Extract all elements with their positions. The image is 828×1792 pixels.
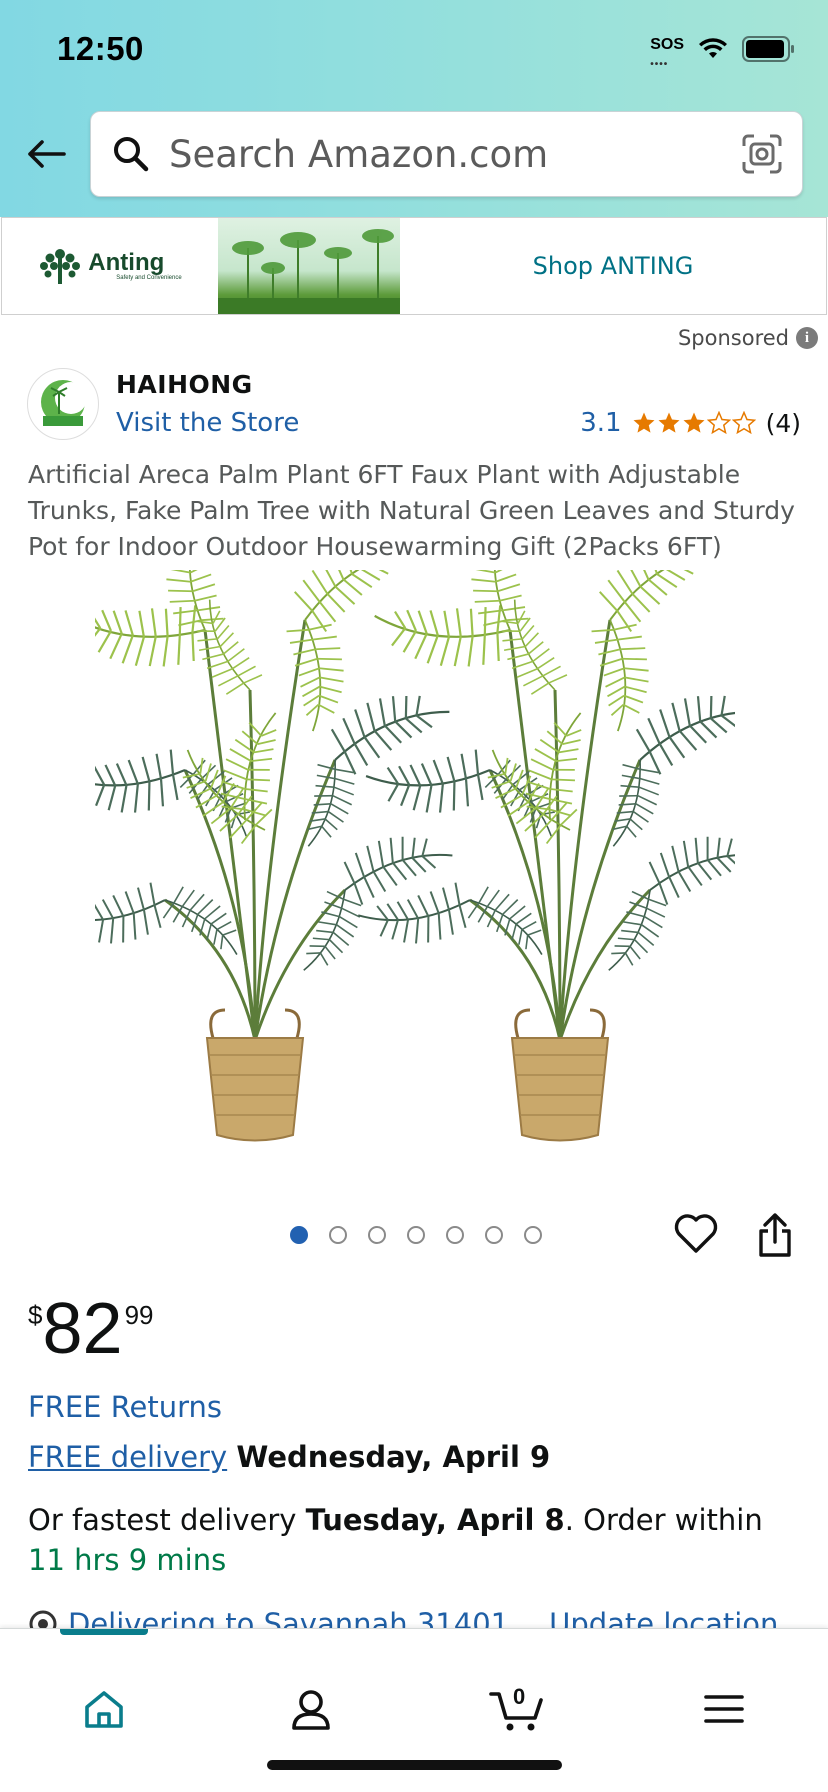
order-within-countdown: 11 hrs 9 mins bbox=[28, 1543, 227, 1577]
star-rating bbox=[632, 411, 756, 435]
carousel-dot[interactable] bbox=[290, 1226, 308, 1244]
user-icon bbox=[292, 1690, 330, 1730]
heart-icon bbox=[674, 1214, 718, 1253]
sponsored-brand-banner[interactable]: Anting Safety and Convenience Shop ANTIN… bbox=[1, 217, 827, 315]
palm-plants-illustration bbox=[95, 570, 735, 1156]
fastest-date: Tuesday, April 8 bbox=[305, 1503, 565, 1537]
wifi-icon bbox=[699, 38, 727, 58]
review-count: (4) bbox=[765, 408, 801, 438]
brand-name: Anting bbox=[88, 249, 165, 276]
carousel-dot[interactable] bbox=[329, 1226, 347, 1244]
share-button[interactable] bbox=[755, 1212, 795, 1258]
nav-cart[interactable]: 0 bbox=[487, 1679, 547, 1739]
carousel-dot[interactable] bbox=[485, 1226, 503, 1244]
search-input[interactable] bbox=[169, 132, 742, 176]
sponsored-label[interactable]: Sponsored i bbox=[678, 326, 818, 350]
wishlist-button[interactable] bbox=[674, 1213, 718, 1257]
price-whole: 82 bbox=[42, 1289, 123, 1369]
free-delivery-link[interactable]: FREE delivery bbox=[28, 1440, 227, 1474]
carousel-dot[interactable] bbox=[368, 1226, 386, 1244]
free-delivery-info: FREE delivery Wednesday, April 9 bbox=[28, 1440, 550, 1474]
carousel-dot[interactable] bbox=[446, 1226, 464, 1244]
star-empty-icon bbox=[706, 411, 731, 435]
nav-home[interactable] bbox=[74, 1679, 134, 1739]
visit-store-link[interactable]: Visit the Store bbox=[116, 408, 299, 438]
star-empty-icon bbox=[731, 411, 756, 435]
status-time: 12:50 bbox=[57, 30, 144, 67]
back-button[interactable] bbox=[24, 132, 68, 176]
search-bar[interactable] bbox=[90, 111, 803, 197]
star-full-icon bbox=[633, 412, 655, 433]
search-icon bbox=[114, 137, 149, 172]
camera-lens-icon[interactable] bbox=[742, 134, 782, 174]
home-icon bbox=[85, 1691, 123, 1728]
store-avatar[interactable] bbox=[27, 368, 99, 440]
info-icon[interactable]: i bbox=[796, 327, 818, 349]
price-fraction: 99 bbox=[124, 1300, 154, 1330]
carousel-dot[interactable] bbox=[524, 1226, 542, 1244]
status-icons: SOS •••• bbox=[650, 36, 796, 70]
sponsored-text: Sponsored bbox=[677, 326, 789, 350]
star-full-icon bbox=[658, 412, 680, 433]
price-symbol: $ bbox=[28, 1300, 43, 1330]
home-indicator[interactable] bbox=[267, 1760, 562, 1770]
product-image[interactable] bbox=[95, 570, 735, 1156]
fastest-delivery-info: Or fastest delivery Tuesday, April 8. Or… bbox=[28, 1500, 808, 1580]
palm-plants-thumbnail bbox=[218, 229, 400, 314]
brand-tagline: Safety and Convenience bbox=[116, 275, 182, 281]
rating-summary[interactable]: 3.1 (4) bbox=[580, 408, 801, 438]
free-returns-link[interactable]: FREE Returns bbox=[28, 1390, 222, 1424]
app-header: 12:50 SOS •••• bbox=[0, 0, 828, 217]
shop-brand-link[interactable]: Shop ANTING bbox=[400, 252, 826, 280]
banner-product-image[interactable] bbox=[218, 218, 400, 314]
nav-account[interactable] bbox=[281, 1679, 341, 1739]
nav-menu[interactable] bbox=[694, 1679, 754, 1739]
free-delivery-date: Wednesday, April 9 bbox=[236, 1440, 551, 1474]
sos-indicator: SOS •••• bbox=[650, 36, 684, 70]
sos-label: SOS bbox=[650, 36, 684, 53]
order-within-prefix: . Order within bbox=[564, 1503, 763, 1537]
active-tab-indicator bbox=[60, 1629, 148, 1635]
star-full-icon bbox=[683, 412, 705, 433]
carousel-dot[interactable] bbox=[407, 1226, 425, 1244]
image-carousel-dots bbox=[290, 1226, 542, 1244]
share-icon bbox=[759, 1213, 791, 1257]
cart-count: 0 bbox=[513, 1684, 526, 1709]
battery-icon bbox=[742, 36, 794, 62]
product-title: Artificial Areca Palm Plant 6FT Faux Pla… bbox=[28, 460, 795, 561]
rating-value: 3.1 bbox=[580, 408, 622, 438]
signal-dots-icon: •••• bbox=[650, 59, 669, 70]
hamburger-menu-icon bbox=[704, 1695, 744, 1723]
store-logo-icon bbox=[41, 380, 87, 426]
arrow-left-icon bbox=[28, 140, 66, 168]
price: $ 82 99 bbox=[28, 1290, 153, 1368]
brand-logo: Anting Safety and Convenience bbox=[2, 218, 218, 314]
tree-logo-icon bbox=[40, 249, 81, 284]
store-name: HAIHONG bbox=[116, 370, 253, 399]
fastest-prefix: Or fastest delivery bbox=[28, 1503, 297, 1537]
